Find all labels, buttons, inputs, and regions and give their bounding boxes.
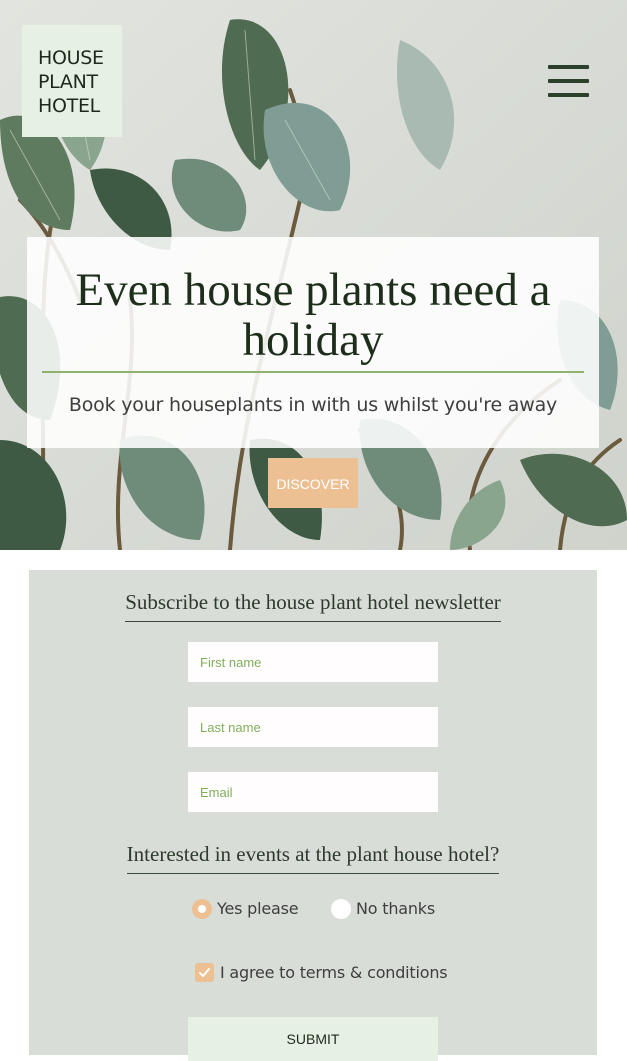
- menu-bar-top: [548, 65, 589, 69]
- radio-yes-label: Yes please: [217, 899, 299, 918]
- last-name-field[interactable]: [188, 707, 438, 747]
- hamburger-menu-icon[interactable]: [548, 64, 590, 98]
- site-logo[interactable]: HOUSE PLANT HOTEL: [22, 25, 122, 137]
- submit-button[interactable]: SUBMIT: [188, 1017, 438, 1061]
- headline-divider: [42, 371, 584, 373]
- newsletter-form: Subscribe to the house plant hotel newsl…: [29, 570, 597, 1061]
- terms-label: I agree to terms & conditions: [220, 963, 448, 982]
- events-question: Interested in events at the plant house …: [29, 842, 597, 874]
- radio-selected-icon[interactable]: [192, 899, 212, 919]
- menu-bar-bottom: [548, 93, 589, 97]
- discover-button[interactable]: DISCOVER: [268, 458, 358, 508]
- newsletter-title: Subscribe to the house plant hotel newsl…: [29, 590, 597, 622]
- newsletter-title-text: Subscribe to the house plant hotel newsl…: [125, 590, 501, 622]
- checkmark-icon: [199, 968, 210, 977]
- email-field[interactable]: [188, 772, 438, 812]
- hero-headline: Even house plants need a holiday: [75, 264, 551, 366]
- hero-subheadline: Book your houseplants in with us whilst …: [68, 394, 558, 416]
- radio-no-label: No thanks: [356, 899, 436, 918]
- events-question-text: Interested in events at the plant house …: [126, 842, 500, 874]
- checkbox-checked-icon[interactable]: [195, 963, 214, 982]
- menu-bar-middle: [548, 79, 589, 83]
- logo-text: HOUSE PLANT HOTEL: [38, 47, 104, 117]
- first-name-field[interactable]: [188, 642, 438, 682]
- radio-unselected-icon[interactable]: [331, 899, 351, 919]
- hero-text-box: Even house plants need a holiday Book yo…: [27, 237, 599, 448]
- hero-section: HOUSE PLANT HOTEL Even house plants need…: [0, 0, 627, 550]
